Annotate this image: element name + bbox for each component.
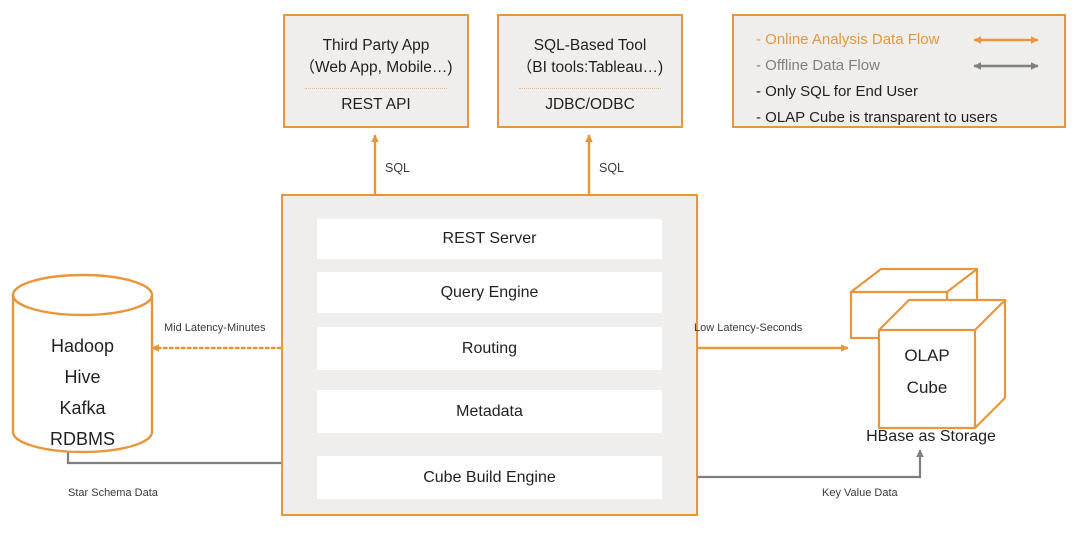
client-title-line2: （BI tools:Tableau…) [516,59,664,76]
client-divider [305,88,447,89]
client-protocol-jdbc-odbc: JDBC/ODBC [545,96,635,113]
legend-item-online-analysis: - Online Analysis Data Flow [734,27,1064,53]
layer-label: Routing [461,339,518,357]
edge-label-mid-latency: Mid Latency-Minutes [164,322,266,334]
client-divider [519,88,661,89]
layer-label: Query Engine [440,283,539,301]
layer-label: REST Server [442,230,537,247]
layer-metadata[interactable]: Metadata [317,390,662,433]
client-title-line1: Third Party App [322,37,430,54]
legend-item-olap-transparent: - OLAP Cube is transparent to users [734,105,1064,131]
layer-routing[interactable]: Routing [317,327,662,370]
legend-panel: - Online Analysis Data Flow - Offline Da… [732,14,1066,128]
source-line-hive: Hive [64,367,101,387]
legend-label-olap-transparent: - OLAP Cube is transparent to users [756,109,998,126]
edge-label-key-value: Key Value Data [822,487,898,499]
hbase-storage-caption: HBase as Storage [866,428,996,445]
source-line-rdbms: RDBMS [49,429,115,449]
layer-query-engine[interactable]: Query Engine [317,272,662,313]
source-data-cylinder[interactable]: Hadoop Hive Kafka RDBMS [13,275,152,452]
architecture-diagram: Third Party App （Web App, Mobile…) REST … [0,0,1080,533]
legend-arrow-bidirectional-orange [970,34,1042,46]
edge-label-star-schema: Star Schema Data [68,487,158,499]
source-line-kafka: Kafka [59,398,106,418]
legend-item-offline-data-flow: - Offline Data Flow [734,53,1064,79]
client-title-line1: SQL-Based Tool [533,37,647,54]
client-title-line2: （Web App, Mobile…) [299,59,453,76]
layer-cube-build-engine[interactable]: Cube Build Engine [317,456,662,499]
olap-cube-line2: Cube [906,378,948,397]
legend-label-offline-data-flow: - Offline Data Flow [756,57,880,74]
source-line-hadoop: Hadoop [50,336,115,356]
layer-label: Cube Build Engine [423,468,556,486]
legend-item-only-sql: - Only SQL for End User [734,79,1064,105]
layer-label: Metadata [456,402,523,420]
client-box-sql-based-tool[interactable]: SQL-Based Tool （BI tools:Tableau…) JDBC/… [497,14,683,128]
client-box-third-party-app[interactable]: Third Party App （Web App, Mobile…) REST … [283,14,469,128]
olap-cube-line1: OLAP [904,346,950,365]
legend-label-online-analysis: - Online Analysis Data Flow [756,31,940,48]
sql-label-right: SQL [599,161,625,175]
edge-label-low-latency: Low Latency-Seconds [694,322,803,334]
legend-label-only-sql: - Only SQL for End User [756,83,918,100]
olap-cube[interactable]: OLAP Cube [879,330,975,428]
sql-label-left: SQL [385,161,411,175]
layer-rest-server[interactable]: REST Server [317,219,662,259]
legend-arrow-bidirectional-gray [970,60,1042,72]
client-protocol-rest-api: REST API [341,96,411,113]
